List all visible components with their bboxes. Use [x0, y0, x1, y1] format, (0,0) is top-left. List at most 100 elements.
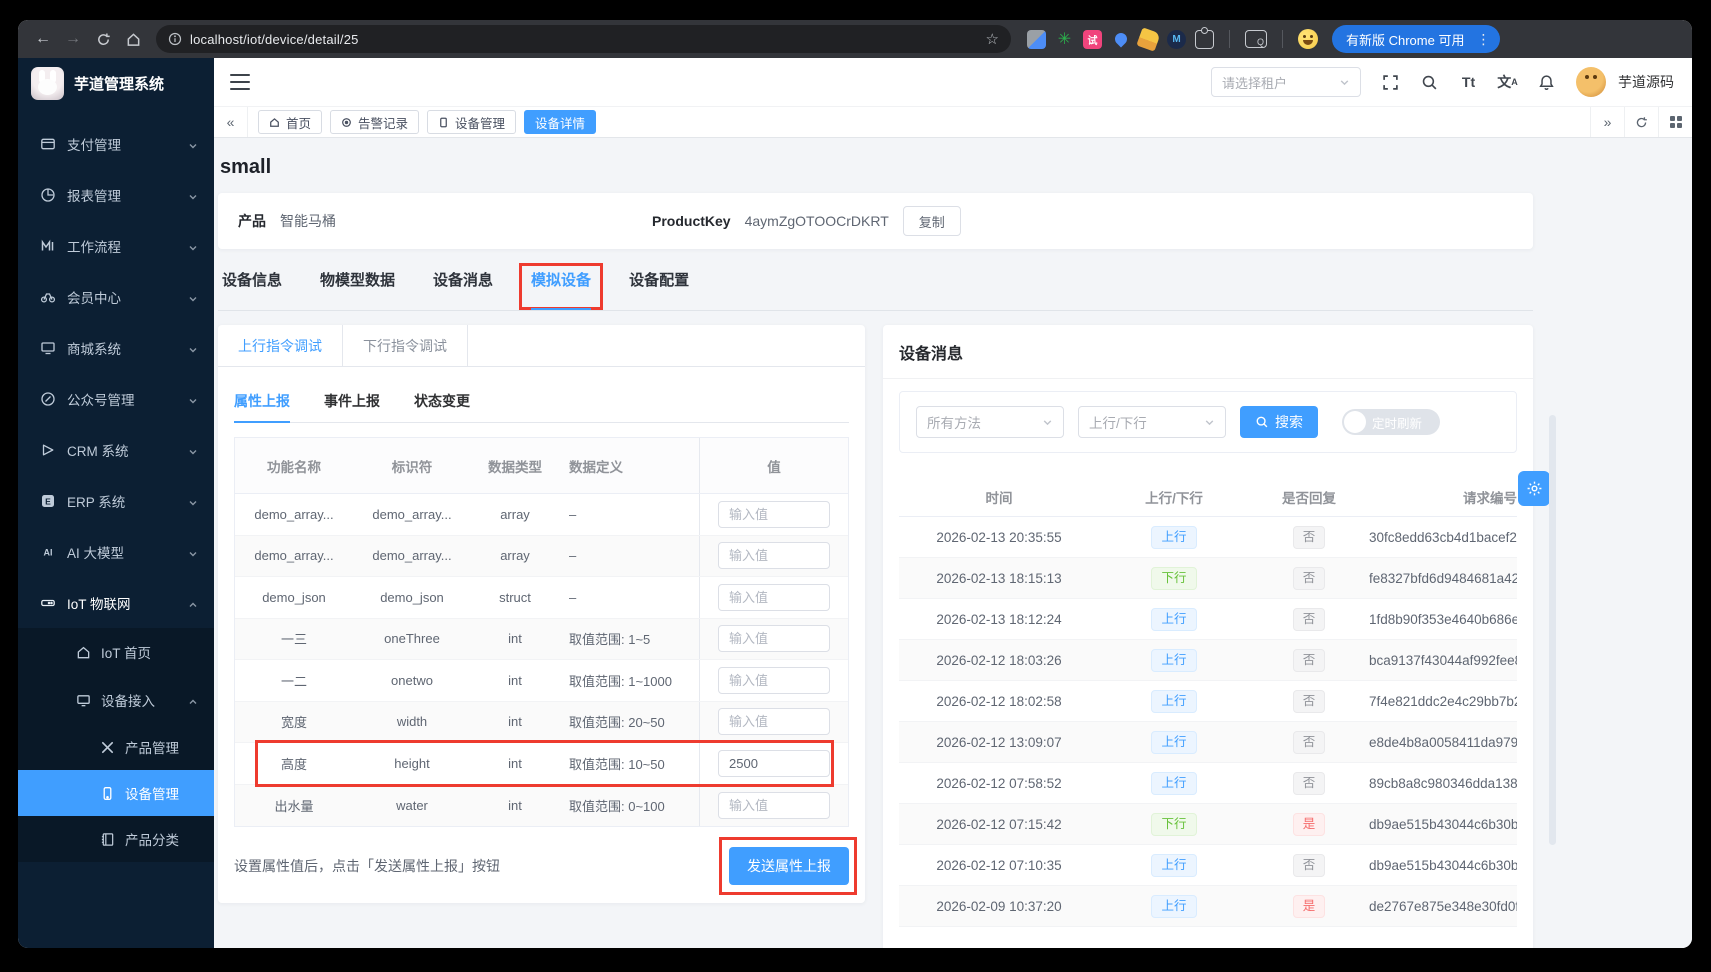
attr-type: int [471, 702, 559, 743]
table-row: demo_array... demo_array... array – [235, 494, 848, 536]
bell-icon[interactable] [1537, 73, 1556, 92]
value-input[interactable] [718, 750, 830, 777]
report-subtabs: 属性上报 事件上报 状态变更 [234, 379, 849, 423]
tabs-refresh-icon[interactable] [1624, 107, 1658, 137]
sidebar-item-device-mgmt[interactable]: 设备管理 [18, 770, 214, 816]
profile-avatar-icon[interactable] [1298, 29, 1318, 49]
user-avatar[interactable] [1576, 67, 1606, 97]
value-input[interactable] [718, 708, 830, 735]
request-id: db9ae515b43044c6b30b54 [1369, 858, 1517, 873]
tabs-layout-icon[interactable] [1658, 107, 1692, 137]
browser-forward-button[interactable]: → [60, 26, 86, 52]
message-time: 2026-02-12 07:15:42 [899, 817, 1099, 832]
chrome-update-button[interactable]: 有新版 Chrome 可用 ⋮ [1332, 25, 1500, 53]
sidebar-item-report[interactable]: 报表管理 [18, 169, 214, 220]
request-id: bca9137f43044af992fee8 [1369, 653, 1517, 668]
direction-select[interactable]: 上行/下行 [1078, 406, 1226, 438]
erp-icon: E [40, 493, 56, 509]
extensions-puzzle-icon[interactable] [1195, 30, 1214, 49]
value-input[interactable] [718, 584, 830, 611]
attr-definition: 取值范围: 1~5 [559, 619, 699, 660]
auto-refresh-toggle[interactable]: 定时刷新 [1342, 409, 1440, 435]
scrollbar[interactable] [1549, 415, 1556, 845]
value-input[interactable] [718, 625, 830, 652]
value-input[interactable] [718, 667, 830, 694]
extension-grid-icon[interactable] [1027, 30, 1046, 49]
tab-upstream-debug[interactable]: 上行指令调试 [218, 325, 343, 366]
sidebar-item-workflow[interactable]: 工作流程 [18, 220, 214, 271]
collapse-menu-icon[interactable] [230, 74, 250, 90]
tab-device-config[interactable]: 设备配置 [629, 249, 689, 310]
copy-button[interactable]: 复制 [903, 206, 961, 236]
sidebar-item-iot[interactable]: IoT 物联网 [18, 577, 214, 628]
font-size-icon[interactable]: Tt [1459, 73, 1478, 92]
tab-alarm-log[interactable]: 告警记录 [330, 110, 419, 134]
subtab-event-report[interactable]: 事件上报 [324, 379, 380, 422]
tab-downstream-debug[interactable]: 下行指令调试 [343, 325, 468, 366]
tab-device-info[interactable]: 设备信息 [222, 249, 282, 310]
page-title: small [220, 156, 1533, 179]
browser-home-icon[interactable] [120, 26, 146, 52]
site-info-icon[interactable] [168, 32, 182, 46]
extension-pin-icon[interactable] [1111, 30, 1130, 49]
tab-thing-model-data[interactable]: 物模型数据 [320, 249, 395, 310]
browser-reload-icon[interactable] [90, 26, 116, 52]
value-input[interactable] [718, 542, 830, 569]
browser-menu-icon[interactable]: ⋮ [1472, 31, 1494, 48]
tab-device-messages[interactable]: 设备消息 [433, 249, 493, 310]
search-button[interactable]: 搜索 [1240, 406, 1318, 438]
sidebar-item-product-category[interactable]: 产品分类 [18, 816, 214, 862]
browser-back-button[interactable]: ← [30, 26, 56, 52]
sidebar-item-payment[interactable]: 支付管理 [18, 118, 214, 169]
value-input[interactable] [718, 501, 830, 528]
sidebar-item-iot-home[interactable]: IoT 首页 [18, 628, 214, 676]
tab-simulate-device[interactable]: 模拟设备 [531, 249, 591, 310]
method-select[interactable]: 所有方法 [916, 406, 1064, 438]
simulator-panel: 上行指令调试 下行指令调试 属性上报 事件上报 状态变更 功能名称 标识符 [218, 325, 865, 903]
bookmark-star-icon[interactable]: ☆ [986, 30, 999, 48]
extension-broom-icon[interactable] [1136, 27, 1160, 51]
subtab-state-change[interactable]: 状态变更 [414, 379, 470, 422]
url-text[interactable]: localhost/iot/device/detail/25 [190, 32, 978, 47]
sidebar-item-member[interactable]: 会员中心 [18, 271, 214, 322]
table-row: 2026-02-09 10:37:20 上行 是 de2767e875e348e… [899, 886, 1517, 927]
message-time: 2026-02-12 18:03:26 [899, 653, 1099, 668]
sidebar-item-product-mgmt[interactable]: 产品管理 [18, 724, 214, 770]
phone-icon [100, 786, 115, 801]
extension-translate-icon[interactable]: 试 [1083, 30, 1102, 49]
tab-home[interactable]: 首页 [258, 110, 322, 134]
sidebar-item-erp[interactable]: E ERP 系统 [18, 475, 214, 526]
sidebar-item-mall[interactable]: 商城系统 [18, 322, 214, 373]
tab-device-detail[interactable]: 设备详情 [524, 110, 596, 134]
tenant-select[interactable]: 请选择租户 [1211, 67, 1361, 97]
tabs-scroll-right-icon[interactable]: » [1590, 107, 1624, 137]
sidebar-item-device-access[interactable]: 设备接入 [18, 676, 214, 724]
sidebar-item-ai[interactable]: AI AI 大模型 [18, 526, 214, 577]
sidebar-item-crm[interactable]: CRM 系统 [18, 424, 214, 475]
productkey-label: ProductKey [652, 213, 731, 229]
productkey-value: 4aymZgOTOOCrDKRT [745, 213, 889, 229]
send-attribute-report-button[interactable]: 发送属性上报 [729, 847, 849, 885]
direction-badge: 上行 [1151, 731, 1196, 754]
search-icon[interactable] [1420, 73, 1439, 92]
translate-icon[interactable]: 文A [1498, 73, 1517, 92]
screenshot-tool-icon[interactable]: Q [1245, 30, 1267, 48]
tabs-scroll-left-icon[interactable]: « [214, 107, 248, 137]
extension-green-star-icon[interactable]: ✳ [1055, 30, 1074, 49]
message-filters: 所有方法 上行/下行 搜索 [899, 391, 1517, 453]
toggle-knob [1344, 411, 1366, 433]
settings-gear-button[interactable] [1518, 471, 1550, 506]
chevron-down-icon [188, 241, 198, 251]
tab-device-mgmt[interactable]: 设备管理 [427, 110, 516, 134]
table-row: 2026-02-12 13:09:07 上行 否 e8de4b8a0058411… [899, 722, 1517, 763]
sidebar-item-official-account[interactable]: 公众号管理 [18, 373, 214, 424]
attr-definition: – [559, 577, 699, 618]
message-time: 2026-02-12 13:09:07 [899, 735, 1099, 750]
value-input[interactable] [718, 792, 830, 819]
address-bar[interactable]: localhost/iot/device/detail/25 ☆ [156, 25, 1011, 53]
chevron-down-icon [1339, 77, 1350, 88]
subtab-attribute-report[interactable]: 属性上报 [234, 379, 290, 422]
fullscreen-icon[interactable] [1381, 73, 1400, 92]
chevron-down-icon [188, 139, 198, 149]
extension-m-icon[interactable]: M [1167, 30, 1186, 49]
